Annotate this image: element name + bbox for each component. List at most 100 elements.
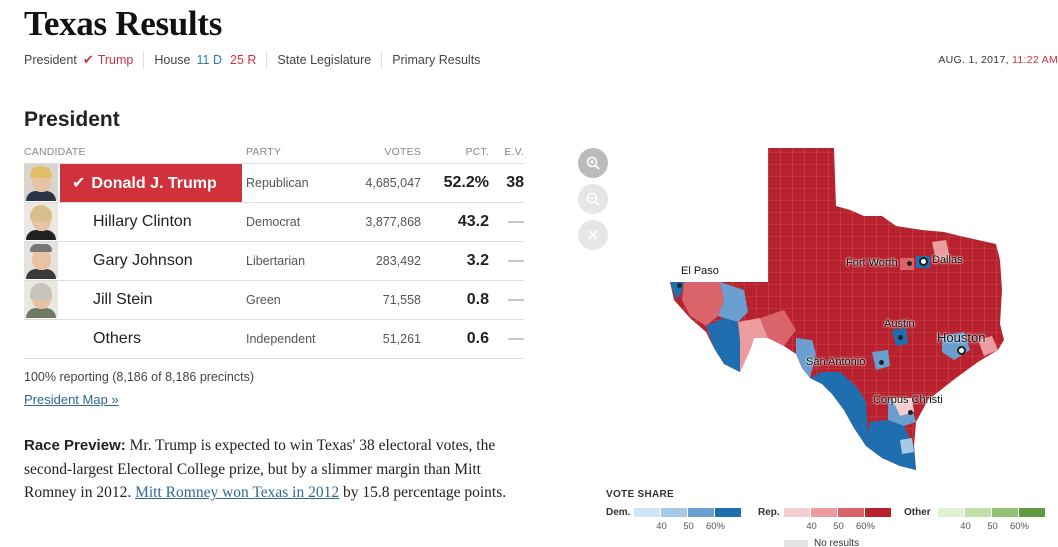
legend-no-results: No results bbox=[784, 538, 859, 547]
candidate-party: Republican bbox=[246, 176, 309, 190]
legend-other-ticks: 40 50 60% bbox=[952, 521, 1033, 532]
legend-rep-swatches bbox=[784, 508, 892, 517]
avatar bbox=[24, 203, 60, 241]
legend-swatch bbox=[965, 508, 991, 517]
header-party: PARTY bbox=[246, 145, 282, 158]
legend-swatch bbox=[1019, 508, 1045, 517]
zoom-in-icon bbox=[586, 156, 600, 170]
lower-valley-pale bbox=[900, 438, 914, 454]
candidate-ev: — bbox=[508, 291, 524, 308]
legend-tick: 40 bbox=[806, 521, 817, 532]
nav-house[interactable]: House 11 D 25 R bbox=[154, 52, 268, 68]
candidate-pct: 52.2% bbox=[443, 174, 489, 191]
city-label-houston: Houston bbox=[937, 330, 986, 345]
vote-share-legend: VOTE SHARE Dem. 40 50 60% Rep. 40 50 60% bbox=[606, 489, 1058, 547]
zoom-out-icon bbox=[586, 192, 600, 206]
fort-worth-marker[interactable] bbox=[907, 261, 912, 266]
el-paso-marker[interactable] bbox=[677, 283, 682, 288]
nav-president[interactable]: President ✔ Trump bbox=[24, 52, 145, 68]
legend-tick: 60% bbox=[1009, 521, 1029, 532]
candidate-ev: — bbox=[508, 252, 524, 269]
texas-map-svg bbox=[670, 148, 1004, 470]
candidate-ev: — bbox=[508, 213, 524, 230]
section-title-president: President bbox=[24, 108, 120, 131]
legend-tick: 50 bbox=[683, 521, 694, 532]
city-label-dallas: Dallas bbox=[932, 254, 963, 266]
city-label-el-paso: El Paso bbox=[681, 265, 719, 277]
table-row: Gary Johnson Libertarian 283,492 3.2 — bbox=[24, 242, 524, 281]
avatar bbox=[24, 281, 60, 319]
candidate-name: Gary Johnson bbox=[93, 252, 193, 269]
legend-swatch bbox=[661, 508, 687, 517]
candidate-name: Others bbox=[93, 330, 142, 347]
legend-other-swatches bbox=[938, 508, 1046, 517]
race-preview-label: Race Preview: bbox=[24, 437, 126, 454]
nav-house-dem: 11 D bbox=[196, 53, 222, 67]
race-preview: Race Preview: Mr. Trump is expected to w… bbox=[24, 434, 524, 505]
city-label-austin: Austin bbox=[884, 318, 915, 330]
austin-marker[interactable] bbox=[898, 335, 903, 340]
legend-swatch bbox=[811, 508, 837, 517]
timestamp-time: 11:22 AM bbox=[1012, 54, 1058, 66]
table-row: Hillary Clinton Democrat 3,877,868 43.2 … bbox=[24, 203, 524, 242]
zoom-out-button[interactable] bbox=[578, 184, 608, 214]
check-icon: ✔ bbox=[82, 52, 94, 67]
candidate-party: Green bbox=[246, 293, 281, 307]
city-label-san-antonio: San Antonio bbox=[806, 356, 866, 368]
candidate-votes: 71,558 bbox=[382, 293, 421, 307]
candidate-name: Hillary Clinton bbox=[93, 213, 192, 230]
legend-swatch bbox=[715, 508, 741, 517]
candidate-pct: 43.2 bbox=[457, 213, 489, 230]
candidate-name: Donald J. Trump bbox=[91, 175, 217, 192]
houston-marker[interactable] bbox=[957, 346, 966, 355]
romney-2012-link[interactable]: Mitt Romney won Texas in 2012 bbox=[135, 484, 339, 501]
candidate-votes: 51,261 bbox=[382, 332, 421, 346]
san-antonio-marker[interactable] bbox=[879, 360, 884, 365]
header-pct: PCT. bbox=[465, 145, 489, 158]
legend-swatch-no-results bbox=[784, 539, 808, 547]
legend-no-results-label: No results bbox=[814, 538, 860, 547]
candidate-pct: 0.6 bbox=[466, 330, 489, 347]
dallas-marker[interactable] bbox=[919, 257, 928, 266]
header-ev: E.V. bbox=[504, 145, 524, 158]
table-header: CANDIDATE PARTY VOTES PCT. E.V. bbox=[24, 140, 524, 164]
reporting-status: 100% reporting (8,186 of 8,186 precincts… bbox=[24, 370, 254, 384]
table-row: ✔ Donald J. Trump Republican 4,685,047 52… bbox=[24, 164, 524, 203]
header-votes: VOTES bbox=[384, 145, 421, 158]
reset-map-button[interactable] bbox=[578, 220, 608, 250]
zoom-in-button[interactable] bbox=[578, 148, 608, 178]
nav-state-legislature[interactable]: State Legislature bbox=[277, 52, 383, 68]
page-title: Texas Results bbox=[24, 4, 223, 43]
candidate-pct: 3.2 bbox=[466, 252, 489, 269]
check-icon: ✔ bbox=[72, 175, 86, 192]
header-candidate: CANDIDATE bbox=[24, 145, 86, 158]
legend-other-label: Other bbox=[904, 507, 931, 518]
president-map-link[interactable]: President Map » bbox=[24, 392, 119, 407]
table-row: Jill Stein Green 71,558 0.8 — bbox=[24, 281, 524, 320]
texas-county-map[interactable]: El Paso Fort Worth Dallas Austin Houston… bbox=[660, 140, 1058, 485]
legend-tick: 40 bbox=[656, 521, 667, 532]
legend-swatch bbox=[784, 508, 810, 517]
nav-primary-results[interactable]: Primary Results bbox=[392, 52, 490, 68]
race-preview-text-end: by 15.8 percentage points. bbox=[339, 484, 507, 501]
city-label-fort-worth: Fort Worth bbox=[846, 257, 898, 269]
legend-swatch bbox=[838, 508, 864, 517]
results-subnav: President ✔ Trump House 11 D 25 R State … bbox=[24, 52, 500, 68]
legend-dem-swatches bbox=[634, 508, 742, 517]
timestamp: AUG. 1, 2017, 11:22 AM bbox=[938, 54, 1058, 66]
candidate-votes: 283,492 bbox=[375, 254, 421, 268]
corpus-christi-marker[interactable] bbox=[908, 410, 913, 415]
legend-rep-ticks: 40 50 60% bbox=[798, 521, 879, 532]
city-label-corpus-christi: Corpus Christi bbox=[873, 394, 943, 406]
nav-house-rep: 25 R bbox=[230, 53, 257, 67]
legend-swatch bbox=[634, 508, 660, 517]
candidate-party: Democrat bbox=[246, 215, 301, 229]
candidate-votes: 3,877,868 bbox=[365, 215, 421, 229]
candidate-votes: 4,685,047 bbox=[365, 176, 421, 190]
brewster-region bbox=[706, 318, 740, 372]
legend-dem-label: Dem. bbox=[606, 507, 631, 518]
legend-tick: 60% bbox=[855, 521, 875, 532]
results-table: CANDIDATE PARTY VOTES PCT. E.V. ✔ Donald … bbox=[24, 140, 524, 359]
avatar bbox=[24, 164, 60, 202]
table-row: Others Independent 51,261 0.6 — bbox=[24, 320, 524, 359]
